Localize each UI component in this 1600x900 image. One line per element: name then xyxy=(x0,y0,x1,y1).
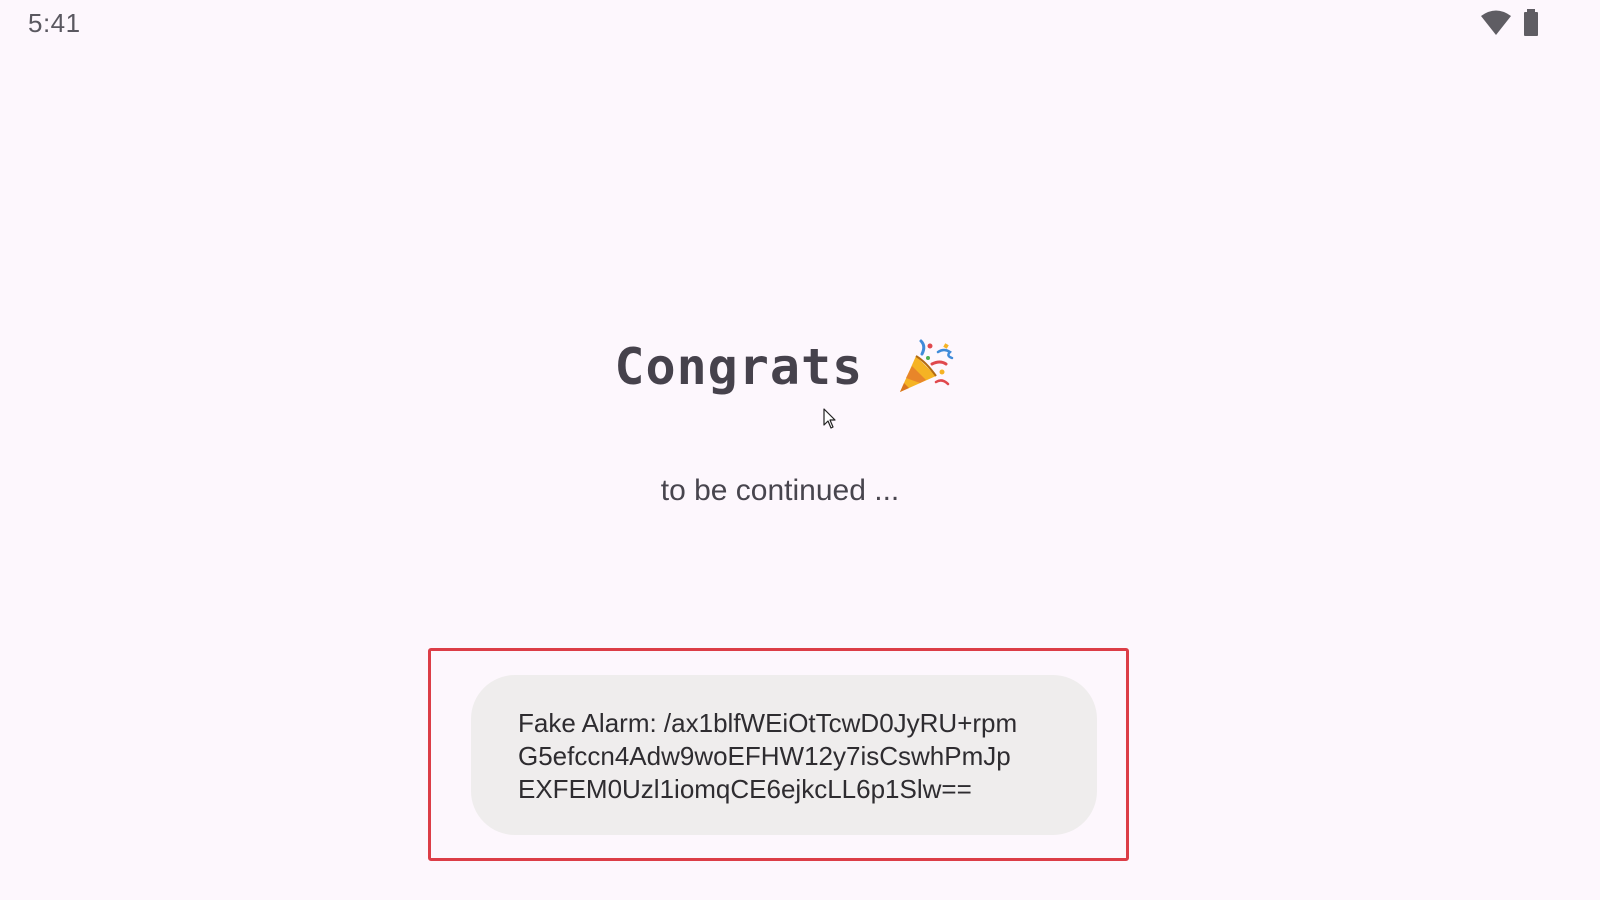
status-time: 5:41 xyxy=(28,8,81,38)
battery-icon xyxy=(1524,9,1538,36)
status-bar: 5:41 xyxy=(0,0,1600,52)
mouse-cursor-icon xyxy=(823,408,836,429)
wifi-icon xyxy=(1481,10,1511,35)
toast-message: Fake Alarm: /ax1blfWEiOtTcwD0JyRU+rpm G5… xyxy=(471,675,1097,835)
title-row: Congrats xyxy=(0,338,1568,408)
toast-line: EXFEM0Uzl1iomqCE6ejkcLL6p1Slw== xyxy=(518,774,972,804)
page-title: Congrats xyxy=(614,338,864,396)
subtitle: to be continued ... xyxy=(660,474,900,507)
toast-line: Fake Alarm: /ax1blfWEiOtTcwD0JyRU+rpm xyxy=(518,708,1018,738)
toast-line: G5efccn4Adw9woEFHW12y7isCswhPmJp xyxy=(518,741,1011,771)
party-popper-icon xyxy=(899,339,953,392)
